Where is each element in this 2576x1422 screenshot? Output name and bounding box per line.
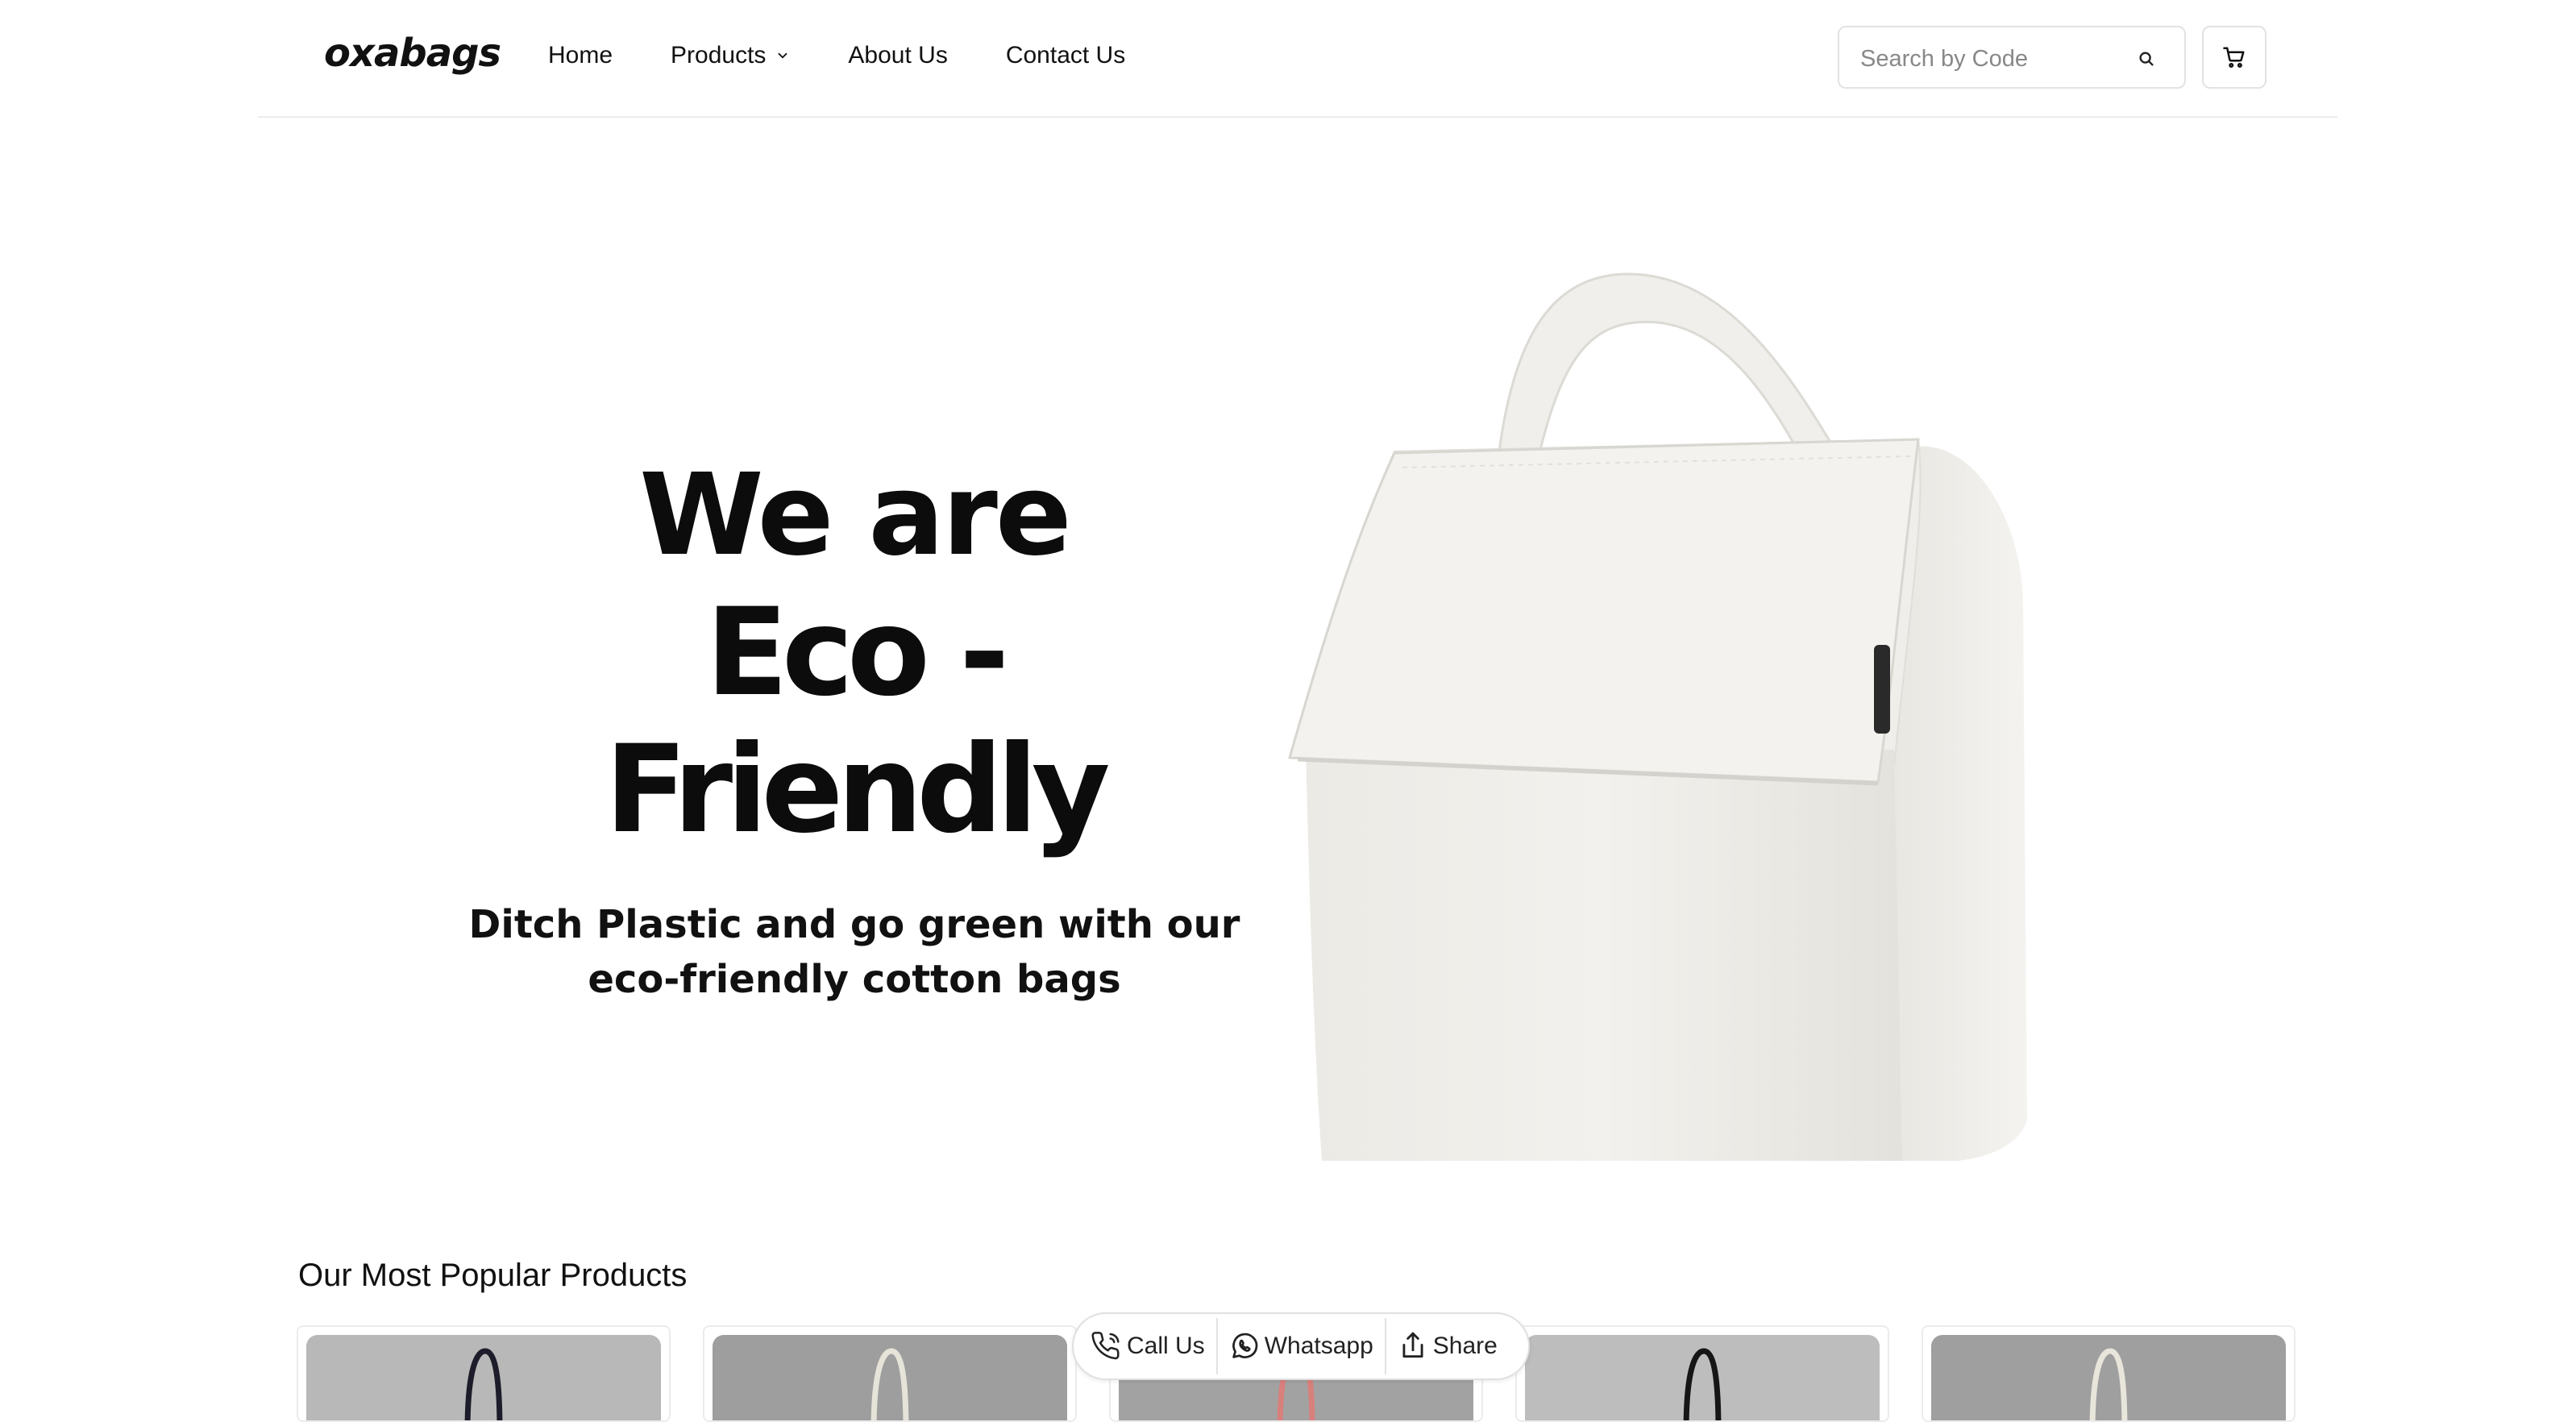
whatsapp-label: Whatsapp xyxy=(1264,1333,1373,1359)
product-thumb-bg xyxy=(1525,1335,1880,1420)
search-icon[interactable] xyxy=(2138,50,2155,68)
whatsapp-button[interactable]: Whatsapp xyxy=(1229,1317,1373,1375)
product-image xyxy=(1525,1335,1880,1420)
product-card[interactable] xyxy=(297,1325,671,1422)
search-input[interactable] xyxy=(1859,40,2120,77)
product-card[interactable] xyxy=(1922,1325,2296,1422)
hero-heading-line2: Eco - Friendly xyxy=(605,583,1110,860)
product-image xyxy=(306,1335,661,1420)
call-us-label: Call Us xyxy=(1127,1333,1205,1359)
hero-subtitle: Ditch Plastic and go green with our eco-… xyxy=(451,897,1257,1007)
phone-icon xyxy=(1091,1332,1120,1360)
main-nav: Home Products About Us Contact Us xyxy=(548,42,1183,69)
nav-products[interactable]: Products xyxy=(671,42,790,69)
nav-about[interactable]: About Us xyxy=(848,42,947,69)
share-button[interactable]: Share xyxy=(1398,1317,1498,1375)
chevron-down-icon xyxy=(778,52,787,59)
contact-float-bar: Call Us Whatsapp Share xyxy=(1072,1312,1530,1380)
site-header: oxabags Home Products About Us Contact U… xyxy=(258,0,2337,118)
product-card[interactable] xyxy=(1515,1325,1889,1422)
share-icon xyxy=(1402,1332,1423,1358)
search-box xyxy=(1838,26,2186,89)
product-thumb-bg xyxy=(306,1335,661,1420)
product-thumb-bg xyxy=(1931,1335,2286,1420)
hero-text: We are Eco - Friendly Ditch Plastic and … xyxy=(451,447,1257,1007)
nav-products-label: Products xyxy=(671,42,767,69)
nav-home[interactable]: Home xyxy=(548,42,613,69)
hero-subtitle-line1: Ditch Plastic and go green with our xyxy=(468,902,1240,947)
whatsapp-icon xyxy=(1232,1333,1258,1358)
call-us-button[interactable]: Call Us xyxy=(1091,1317,1205,1375)
hero-heading-line1: We are xyxy=(639,450,1072,581)
product-image xyxy=(713,1335,1067,1420)
hero-subtitle-line2: eco-friendly cotton bags xyxy=(588,957,1121,1002)
divider xyxy=(1215,1318,1218,1374)
hero-bag-image xyxy=(1288,272,2027,1161)
section-title: Our Most Popular Products xyxy=(298,1258,688,1293)
product-thumb-bg xyxy=(713,1335,1067,1420)
divider xyxy=(1384,1318,1386,1374)
logo[interactable]: oxabags xyxy=(324,31,501,76)
nav-contact[interactable]: Contact Us xyxy=(1006,42,1125,69)
product-card[interactable] xyxy=(703,1325,1077,1422)
share-label: Share xyxy=(1432,1333,1498,1359)
cart-icon xyxy=(2223,47,2245,69)
cart-button[interactable] xyxy=(2202,26,2266,89)
product-image xyxy=(1931,1335,2286,1420)
